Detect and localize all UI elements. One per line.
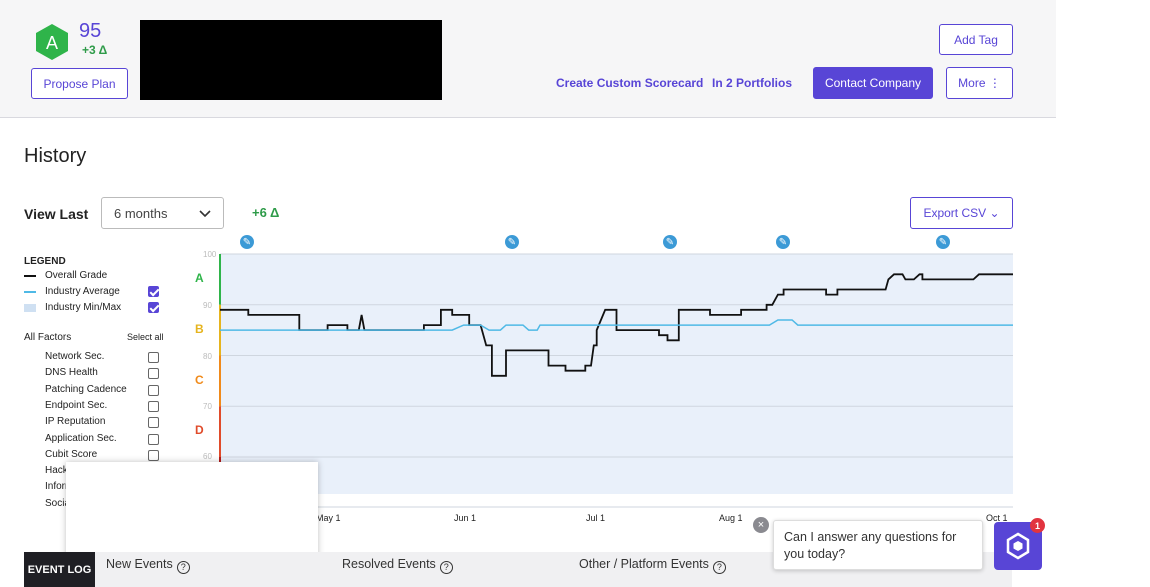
y-tick: 80 <box>203 352 212 361</box>
redacted-company-name <box>140 20 442 100</box>
grade-hexagon-icon: A <box>36 24 68 60</box>
select-all-link[interactable]: Select all <box>127 332 164 342</box>
factor-label: Endpoint Sec. <box>45 399 108 411</box>
tab-other-platform-events[interactable]: Other / Platform Events? <box>579 557 726 574</box>
series-line-overall-grade <box>220 273 1013 377</box>
factor-checkbox[interactable] <box>148 433 159 445</box>
y-tick: 100 <box>203 250 217 259</box>
x-tick: Aug 1 <box>719 513 743 523</box>
legend-line-overall-icon <box>24 275 36 277</box>
grade-band-label: C <box>195 373 204 387</box>
factor-checkbox[interactable] <box>148 400 159 412</box>
wrench-annotation-icon[interactable]: ✎ <box>505 235 519 249</box>
wrench-annotation-icon[interactable]: ✎ <box>936 235 950 249</box>
wrench-annotation-icon[interactable]: ✎ <box>240 235 254 249</box>
legend-item-label: Industry Average <box>45 286 120 297</box>
factor-label: Patching Cadence <box>45 383 127 395</box>
legend-band-icon <box>24 304 36 312</box>
chevron-down-icon <box>199 210 211 218</box>
factor-label: Application Sec. <box>45 432 117 444</box>
grade-band-label: D <box>195 423 204 437</box>
chat-message[interactable]: Can I answer any questions for you today… <box>773 520 983 570</box>
industry-minmax-checkbox[interactable] <box>148 302 159 313</box>
factor-checkbox[interactable] <box>148 368 159 380</box>
more-button[interactable]: More ⋮ <box>946 67 1013 99</box>
y-tick: 90 <box>203 301 212 310</box>
portfolios-link[interactable]: In 2 Portfolios <box>712 76 792 90</box>
wrench-annotation-icon[interactable]: ✎ <box>776 235 790 249</box>
grade-letter: A <box>46 33 58 53</box>
y-tick: 70 <box>203 402 212 411</box>
factor-label: Cubit Score <box>45 448 98 460</box>
tab-label: Resolved Events <box>342 557 436 571</box>
legend-line-average-icon <box>24 291 36 293</box>
close-chat-button[interactable]: × <box>753 517 769 533</box>
factor-checkbox[interactable] <box>148 384 159 396</box>
tab-new-events[interactable]: New Events? <box>106 557 190 574</box>
x-tick: May 1 <box>316 513 341 523</box>
help-icon[interactable]: ? <box>439 561 453 574</box>
export-csv-button[interactable]: Export CSV ⌄ <box>910 197 1013 229</box>
view-last-label: View Last <box>24 206 89 222</box>
series-line-industry-average <box>220 319 1013 331</box>
factor-label: Network Sec. <box>45 351 105 362</box>
tab-label: Other / Platform Events <box>579 557 709 571</box>
wrench-annotation-icon[interactable]: ✎ <box>663 235 677 249</box>
legend-title: LEGEND <box>24 256 66 267</box>
propose-plan-button[interactable]: Propose Plan <box>31 68 128 99</box>
period-select[interactable]: 6 months <box>101 197 224 229</box>
factor-checkbox[interactable] <box>148 417 159 429</box>
security-score: 95 <box>79 20 102 42</box>
score-delta: +3 Δ <box>82 43 108 57</box>
x-tick: Jul 1 <box>586 513 606 523</box>
tab-resolved-events[interactable]: Resolved Events? <box>342 557 453 574</box>
add-tag-button[interactable]: Add Tag <box>939 24 1013 55</box>
factor-label: IP Reputation <box>45 416 106 428</box>
contact-company-button[interactable]: Contact Company <box>813 67 933 99</box>
factor-checkbox[interactable] <box>148 449 159 461</box>
create-custom-scorecard-link[interactable]: Create Custom Scorecard <box>556 76 703 90</box>
page: A 95 +3 Δ Propose Plan Create Custom Sco… <box>0 0 1150 587</box>
period-select-value: 6 months <box>114 206 168 221</box>
industry-average-checkbox[interactable] <box>148 286 159 297</box>
grade-band-label: B <box>195 322 204 336</box>
help-icon[interactable]: ? <box>712 561 726 574</box>
company-header: A 95 +3 Δ Propose Plan Create Custom Sco… <box>0 0 1056 118</box>
help-icon[interactable]: ? <box>176 561 190 574</box>
factor-checkbox[interactable] <box>148 352 159 363</box>
x-tick: Jun 1 <box>454 513 477 523</box>
legend-item-label: Overall Grade <box>45 270 108 281</box>
all-factors-label: All Factors <box>24 332 72 343</box>
industry-minmax-band <box>220 254 1013 494</box>
factor-label: DNS Health <box>45 367 98 379</box>
tab-label: New Events <box>106 557 173 571</box>
grade-band-label: A <box>195 271 204 285</box>
history-title: History <box>24 145 87 167</box>
legend-item-label: Industry Min/Max <box>45 302 122 313</box>
period-delta: +6 Δ <box>252 205 280 220</box>
y-tick: 60 <box>203 452 212 461</box>
event-log-label: EVENT LOG <box>24 552 95 587</box>
notification-badge: 1 <box>1030 518 1045 533</box>
